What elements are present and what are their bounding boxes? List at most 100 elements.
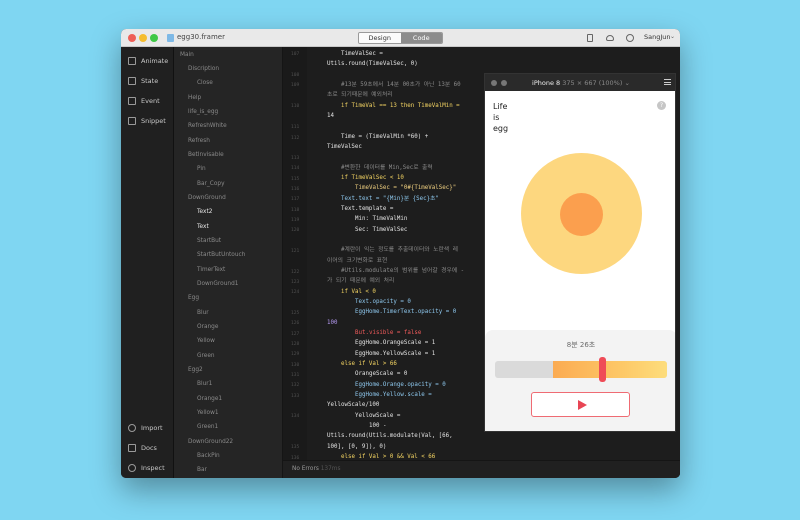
start-button[interactable] — [531, 392, 630, 417]
line-number: 117 — [291, 197, 300, 202]
layer-item[interactable]: Yellow1 — [197, 409, 219, 418]
code-line: 14 — [327, 113, 334, 119]
snippet-label: Snippet — [141, 117, 166, 125]
layer-item-selected[interactable]: Text — [197, 223, 209, 232]
code-line: Time = (TimeValMin *60) + — [341, 134, 429, 140]
layer-item[interactable]: Bar — [197, 466, 207, 475]
code-line: 100], [0, 9]), 0) — [327, 444, 387, 450]
line-number: 112 — [291, 136, 300, 141]
code-comment: 이어의 크기변화로 표현 — [327, 258, 388, 264]
layer-item[interactable]: Egg2 — [188, 366, 203, 375]
layer-item-selected[interactable]: Text2 — [197, 208, 212, 217]
menu-icon[interactable] — [664, 79, 671, 85]
code-line: TimeValSec — [327, 144, 362, 150]
code-line: EggHome.YellowScale = 1 — [355, 351, 436, 357]
inspect-icon — [128, 464, 136, 472]
cloud-icon[interactable] — [606, 35, 614, 41]
code-line: if TimeValSec < 10 — [341, 175, 404, 181]
line-number: 114 — [291, 166, 300, 171]
layer-item[interactable]: Refresh — [188, 137, 210, 146]
device-preview: iPhone 8 375 × 667 (100%) ⌄ Life is egg … — [484, 73, 676, 432]
layer-item[interactable]: Green1 — [197, 423, 218, 432]
line-number: 118 — [291, 208, 300, 213]
snippet-tool[interactable]: Snippet — [128, 115, 166, 127]
user-menu[interactable]: SangJun — [644, 33, 671, 41]
code-line: 100 — [327, 320, 338, 326]
line-number: 107 — [291, 52, 300, 57]
egg-yolk — [560, 193, 603, 236]
chat-icon[interactable] — [626, 34, 634, 42]
line-number: 115 — [291, 177, 300, 182]
layer-item[interactable]: Orange1 — [197, 395, 222, 404]
device-icon[interactable] — [587, 34, 593, 42]
inspect-tool[interactable]: Inspect — [128, 462, 165, 474]
code-comment: #Utils.modulate의 범위를 넘어갈 경우에 - — [341, 268, 465, 274]
layer-item[interactable]: Pin — [197, 165, 206, 174]
minimize-window-button[interactable] — [139, 34, 147, 42]
animate-tool[interactable]: Animate — [128, 55, 168, 67]
docs-tool[interactable]: Docs — [128, 442, 157, 454]
layer-item[interactable]: Yellow — [197, 337, 215, 346]
zoom-window-button[interactable] — [150, 34, 158, 42]
code-line: 100 - — [369, 423, 387, 429]
animate-label: Animate — [141, 57, 169, 65]
line-number: 121 — [291, 249, 300, 254]
state-icon — [128, 77, 136, 85]
code-comment: #계란이 익는 정도를 추출데이터와 노란색 레 — [341, 247, 458, 253]
layer-item[interactable]: Orange — [197, 323, 218, 332]
code-comment: 초로 되기때문에 예외처리 — [327, 92, 393, 98]
code-line: EggHome.Orange.opacity = 0 — [355, 382, 446, 388]
line-number: 110 — [291, 104, 300, 109]
layer-item[interactable]: Close — [197, 79, 213, 88]
layer-item[interactable]: Egg — [188, 294, 199, 303]
layer-item[interactable]: life_is_egg — [188, 108, 218, 117]
layer-item[interactable]: Blur1 — [197, 380, 212, 389]
code-line: Min: TimeValMin — [355, 216, 408, 222]
design-tab[interactable]: Design — [359, 33, 401, 43]
event-label: Event — [141, 97, 160, 105]
layer-item[interactable]: Blur — [197, 309, 209, 318]
layer-item[interactable]: RefreshWhite — [188, 122, 227, 131]
line-number: 131 — [291, 373, 300, 378]
layer-item[interactable]: StartButUntouch — [197, 251, 245, 260]
code-line: Utils.round(Utils.modulate(Val, [66, — [327, 433, 453, 439]
state-tool[interactable]: State — [128, 75, 158, 87]
line-number: 123 — [291, 280, 300, 285]
timer-slider-track[interactable] — [495, 361, 667, 378]
layer-item[interactable]: DownGround — [188, 194, 226, 203]
event-tool[interactable]: Event — [128, 95, 160, 107]
layer-item[interactable]: Help — [188, 94, 201, 103]
code-line: EggHome.OrangeScale = 1 — [355, 340, 436, 346]
layer-item[interactable]: DownGround1 — [197, 280, 238, 289]
layer-item[interactable]: Discription — [188, 65, 219, 74]
code-line: OrangeScale = 0 — [355, 371, 408, 377]
layer-item[interactable]: Bar_Copy — [197, 180, 225, 189]
timer-slider-thumb[interactable] — [599, 357, 606, 382]
line-number: 135 — [291, 445, 300, 450]
layer-item[interactable]: BetInvisable — [188, 151, 224, 160]
line-number: 128 — [291, 342, 300, 347]
layer-item[interactable]: BackPin — [197, 452, 220, 461]
life-line: egg — [493, 124, 509, 133]
device-selector[interactable]: iPhone 8 375 × 667 (100%) ⌄ — [485, 79, 675, 87]
code-line: TimeValSec = "0#{TimeValSec}" — [355, 185, 457, 191]
line-number: 126 — [291, 321, 300, 326]
line-number: 122 — [291, 270, 300, 275]
tool-sidebar: Animate State Event Snippet Import Docs … — [121, 47, 174, 478]
layer-item[interactable]: StartBut — [197, 237, 221, 246]
code-tab[interactable]: Code — [400, 33, 442, 43]
close-window-button[interactable] — [128, 34, 136, 42]
layer-item[interactable]: Main — [180, 51, 194, 60]
import-tool[interactable]: Import — [128, 422, 163, 434]
event-icon — [128, 97, 136, 105]
error-status: No Errors 137ms — [292, 466, 341, 472]
animate-icon — [128, 57, 136, 65]
help-icon[interactable]: ? — [657, 101, 666, 110]
layer-panel: Main Discription Close Help life_is_egg … — [174, 47, 283, 478]
code-comment: #13분 59초에서 14분 00초가 아닌 13분 60 — [341, 82, 461, 88]
layer-item[interactable]: Green — [197, 352, 215, 361]
line-number: 120 — [291, 228, 300, 233]
layer-item[interactable]: DownGround22 — [188, 438, 233, 447]
play-icon — [578, 400, 587, 410]
layer-item[interactable]: TimerText — [197, 266, 225, 275]
